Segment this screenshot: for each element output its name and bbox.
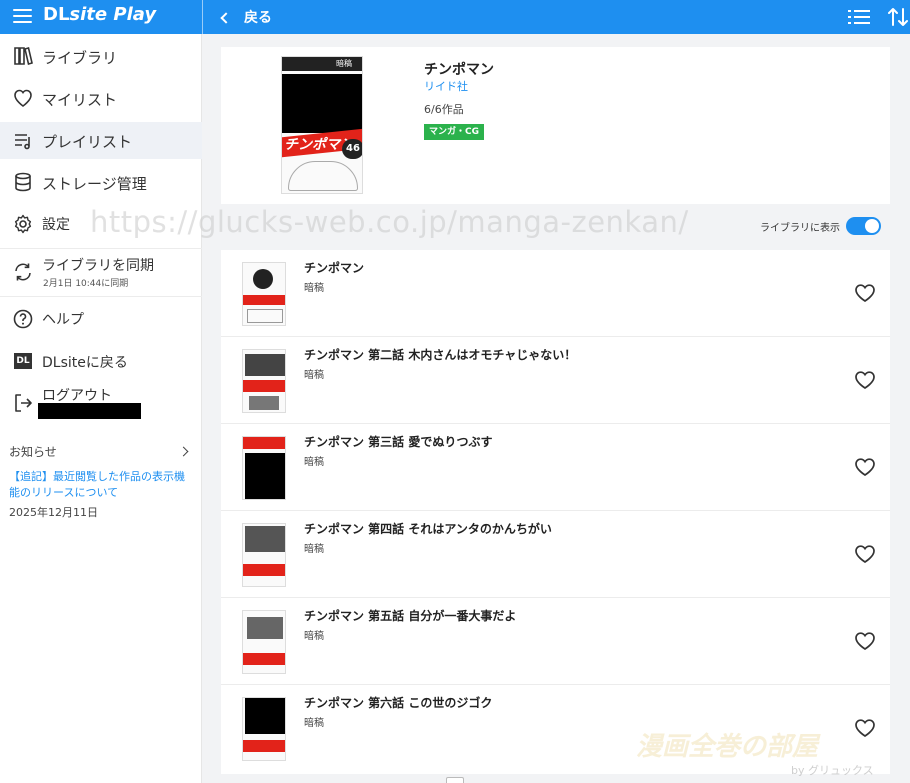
url-watermark: https://glucks-web.co.jp/manga-zenkan/	[90, 205, 689, 239]
help-icon	[13, 309, 33, 329]
works-list: チンポマン 暗稿 チンポマン 第二話 木内さんはオモチャじゃない！ 暗稿 チンポ…	[221, 250, 890, 774]
cover-label: 暗稿	[336, 59, 352, 68]
work-title: チンポマン 第三話 愛でぬりつぶす	[304, 435, 493, 449]
work-subtitle: 暗稿	[304, 544, 324, 555]
sidebar-item-label: ライブラリを同期	[42, 258, 154, 274]
sidebar-item-label: DLsiteに戻る	[42, 355, 128, 371]
heart-icon	[14, 89, 32, 107]
work-subtitle: 暗稿	[304, 283, 324, 294]
dl-icon: DL	[14, 353, 32, 369]
heart-icon[interactable]	[854, 370, 876, 390]
news-header[interactable]: お知らせ	[9, 443, 191, 460]
work-thumbnail	[242, 262, 286, 326]
volume-badge: 46	[342, 139, 362, 159]
work-thumbnail	[242, 436, 286, 500]
list-item[interactable]: チンポマン 第二話 木内さんはオモチャじゃない！ 暗稿	[221, 337, 890, 424]
heart-icon[interactable]	[854, 457, 876, 477]
work-subtitle: 暗稿	[304, 457, 324, 468]
sidebar-item-dlsite[interactable]: DL DLsiteに戻る	[0, 341, 202, 381]
list-item[interactable]: チンポマン 第四話 それはアンタのかんちがい 暗稿	[221, 511, 890, 598]
work-title: チンポマン 第二話 木内さんはオモチャじゃない！	[304, 348, 577, 362]
redacted-thumbnail	[245, 453, 285, 499]
back-label: 戻る	[244, 10, 272, 26]
heart-icon[interactable]	[854, 631, 876, 651]
sidebar-item-label: マイリスト	[42, 91, 118, 109]
genre-tag: マンガ・CG	[424, 124, 484, 140]
sidebar: ライブラリ マイリスト プレイリスト ストレージ管理 設定 ライブラリを同期 2…	[0, 34, 202, 783]
work-subtitle: 暗稿	[304, 631, 324, 642]
library-toggle-row: ライブラリに表示	[760, 217, 881, 235]
list-view-icon[interactable]	[848, 8, 870, 26]
sidebar-item-playlist[interactable]: プレイリスト	[0, 122, 202, 159]
series-title: チンポマン	[424, 62, 494, 78]
heart-icon[interactable]	[854, 283, 876, 303]
corner-watermark-main: 漫画全巻の部屋	[636, 732, 819, 762]
series-work-count: 6/6作品	[424, 103, 464, 116]
logout-icon	[15, 394, 32, 412]
back-button[interactable]: 戻る	[220, 0, 272, 34]
list-item[interactable]: チンポマン 第三話 愛でぬりつぶす 暗稿	[221, 424, 890, 511]
series-info-card: 暗稿 チンポマン 46 チンポマン リイド社 6/6作品 マンガ・CG	[221, 47, 890, 204]
heart-icon[interactable]	[854, 544, 876, 564]
storage-icon	[15, 172, 31, 192]
corner-watermark-by: by グリュックス	[791, 764, 874, 777]
sidebar-item-label: ライブラリ	[42, 49, 118, 67]
series-cover-image[interactable]: 暗稿 チンポマン 46	[281, 56, 363, 194]
sidebar-item-sync[interactable]: ライブラリを同期 2月1日 10:44に同期	[0, 249, 202, 295]
news-link[interactable]: 【追記】最近閲覧した作品の表示機能のリリースについて	[9, 469, 191, 501]
sidebar-item-mylist[interactable]: マイリスト	[0, 78, 202, 118]
library-toggle-label: ライブラリに表示	[760, 222, 840, 234]
sidebar-header: DLsite Play	[0, 0, 202, 34]
list-item[interactable]: チンポマン 第五話 自分が一番大事だよ 暗稿	[221, 598, 890, 685]
sidebar-item-label: 設定	[42, 217, 70, 233]
work-title: チンポマン 第五話 自分が一番大事だよ	[304, 609, 517, 623]
library-toggle-switch[interactable]	[846, 217, 881, 235]
last-sync-time: 2月1日 10:44に同期	[43, 279, 129, 289]
sidebar-item-help[interactable]: ヘルプ	[0, 299, 202, 339]
app-logo[interactable]: DLsite Play	[43, 4, 156, 25]
header-divider	[202, 0, 203, 34]
sidebar-item-library[interactable]: ライブラリ	[0, 36, 202, 76]
list-item[interactable]: チンポマン 暗稿	[221, 250, 890, 337]
sidebar-item-label: ストレージ管理	[42, 175, 147, 193]
work-thumbnail	[242, 697, 286, 761]
redacted-cover	[282, 74, 362, 133]
sidebar-item-label: ヘルプ	[42, 312, 84, 328]
sidebar-item-storage[interactable]: ストレージ管理	[0, 162, 202, 202]
playlist-icon	[15, 133, 30, 149]
series-author-link[interactable]: リイド社	[424, 78, 468, 94]
sync-icon	[15, 263, 31, 281]
redacted-username	[38, 403, 141, 419]
work-title: チンポマン 第四話 それはアンタのかんちがい	[304, 522, 552, 536]
sidebar-item-label: プレイリスト	[42, 133, 133, 151]
chevron-left-icon	[220, 11, 232, 24]
toggle-knob	[865, 219, 879, 233]
sidebar-divider	[0, 296, 202, 297]
library-icon	[14, 46, 33, 66]
redacted-thumbnail	[245, 698, 285, 734]
sidebar-item-label: ログアウト	[42, 388, 112, 404]
work-subtitle: 暗稿	[304, 370, 324, 381]
work-title: チンポマン	[304, 261, 365, 275]
corner-watermark: 漫画全巻の部屋 by グリュックス	[636, 726, 874, 777]
chevron-right-icon	[178, 446, 189, 457]
work-thumbnail	[242, 349, 286, 413]
hamburger-menu-icon[interactable]	[13, 9, 32, 24]
work-subtitle: 暗稿	[304, 718, 324, 729]
work-thumbnail	[242, 523, 286, 587]
news-date: 2025年12月11日	[9, 506, 98, 519]
top-bar: DLsite Play 戻る	[0, 0, 910, 34]
news-heading: お知らせ	[9, 445, 57, 459]
work-title: チンポマン 第六話 この世のジゴク	[304, 696, 493, 710]
gear-icon	[14, 214, 32, 234]
work-thumbnail	[242, 610, 286, 674]
heart-icon[interactable]	[854, 718, 876, 738]
sort-icon[interactable]	[887, 6, 909, 28]
scroll-handle[interactable]	[446, 777, 464, 783]
